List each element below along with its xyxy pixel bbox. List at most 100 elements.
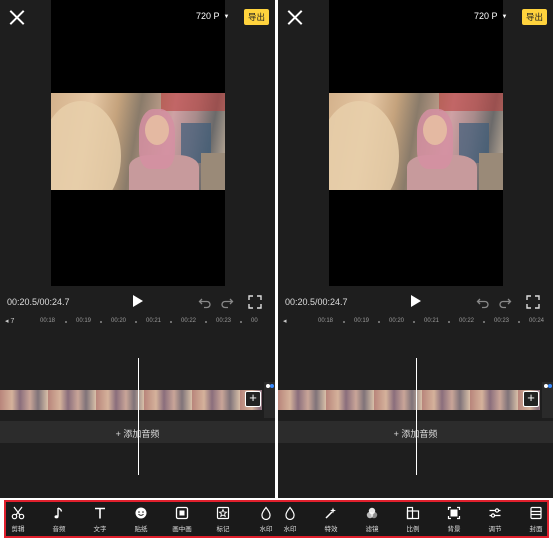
ruler-dot [135, 321, 137, 323]
tool-mark[interactable]: 标记 [205, 505, 241, 537]
close-icon[interactable] [9, 9, 25, 25]
top-bar: 720 P ▼ 导出 [0, 0, 275, 35]
play-icon[interactable] [133, 295, 143, 307]
ratio-icon [406, 506, 420, 520]
playhead[interactable] [416, 358, 417, 475]
tool-label: 滤镜 [365, 526, 379, 533]
ruler-tick: 00:21 [146, 318, 162, 324]
ruler-dot [205, 321, 207, 323]
ruler-tick: 00:23 [216, 318, 232, 324]
playback-controls: 00:20.5/00:24.7 [278, 292, 553, 312]
effects-icon [325, 507, 336, 519]
ruler-dot [65, 321, 67, 323]
editor-pane-right: 720 P ▼ 导出 00:20.5/00:24.7 ◂ 00:18 00:19 … [278, 0, 553, 498]
tool-pip[interactable]: 画中画 [164, 505, 200, 537]
ruler-start-label: 7 [10, 318, 15, 325]
track-side-control[interactable] [264, 382, 275, 418]
resolution-label: 720 P [196, 11, 220, 21]
tool-label: 标记 [216, 526, 230, 533]
ruler-dot [448, 321, 450, 323]
tool-watermark[interactable]: 水印 [272, 505, 308, 537]
sticker-icon [135, 507, 147, 519]
tool-label: 背景 [447, 526, 461, 533]
bottom-toolbar: 剪辑 音频 文字 贴纸 画中画 标记 水印 水印 特效 滤镜 比例 背景 调节 … [4, 500, 549, 538]
resolution-selector[interactable]: 720 P ▼ [474, 11, 507, 21]
add-clip-button[interactable]: + [523, 391, 539, 407]
tool-label: 音频 [52, 526, 66, 533]
tool-text[interactable]: 文字 [82, 505, 118, 537]
video-track[interactable] [278, 390, 540, 410]
music-note-icon [54, 507, 63, 519]
ruler-dot [100, 321, 102, 323]
redo-icon[interactable] [220, 295, 234, 309]
video-track[interactable] [0, 390, 262, 410]
ruler-tick: 00:21 [424, 318, 440, 324]
ruler-start-marker: ◂ [283, 318, 287, 325]
background-icon [447, 506, 461, 520]
adjust-icon [489, 508, 501, 518]
playback-controls: 00:20.5/00:24.7 [0, 292, 275, 312]
top-bar: 720 P ▼ 导出 [278, 0, 553, 35]
ruler-dot [343, 321, 345, 323]
tool-effects[interactable]: 特效 [313, 505, 349, 537]
tool-label: 水印 [283, 526, 297, 533]
tool-sticker[interactable]: 贴纸 [123, 505, 159, 537]
ruler-tick: 00:19 [76, 318, 92, 324]
text-icon [95, 507, 105, 519]
mark-icon [216, 506, 230, 520]
tool-label: 封面 [529, 526, 543, 533]
tool-label: 剪辑 [11, 526, 25, 533]
track-side-control[interactable] [542, 382, 553, 418]
ruler-tick: 00:19 [354, 318, 370, 324]
picture-in-picture-icon [175, 506, 189, 520]
ruler-dot [170, 321, 172, 323]
close-icon[interactable] [287, 9, 303, 25]
fullscreen-icon[interactable] [526, 295, 540, 309]
watermark-icon [285, 506, 295, 520]
undo-icon[interactable] [198, 295, 212, 309]
tool-ratio[interactable]: 比例 [395, 505, 431, 537]
timeline-ruler: ◂ 00:18 00:19 00:20 00:21 00:22 00:23 00… [278, 316, 553, 328]
tool-label: 文字 [93, 526, 107, 533]
tool-audio[interactable]: 音频 [41, 505, 77, 537]
time-display: 00:20.5/00:24.7 [7, 297, 70, 307]
playhead[interactable] [138, 358, 139, 475]
export-button[interactable]: 导出 [244, 9, 269, 25]
ruler-dot [378, 321, 380, 323]
resolution-selector[interactable]: 720 P ▼ [196, 11, 229, 21]
cover-icon [530, 506, 542, 520]
caret-down-icon: ▼ [223, 14, 230, 20]
play-icon[interactable] [411, 295, 421, 307]
ruler-tick: 00:24 [529, 318, 545, 324]
timeline-ruler: ◂ 7 00:18 00:19 00:20 00:21 00:22 00:23 … [0, 316, 275, 328]
ruler-tick: 00:23 [494, 318, 510, 324]
ruler-dot [413, 321, 415, 323]
tool-adjust[interactable]: 调节 [477, 505, 513, 537]
add-clip-button[interactable]: + [245, 391, 261, 407]
ruler-start-marker: ◂ 7 [5, 318, 15, 325]
tool-label: 画中画 [172, 526, 192, 533]
export-button[interactable]: 导出 [522, 9, 547, 25]
scissors-icon [11, 506, 25, 520]
video-frame [329, 93, 503, 190]
resolution-label: 720 P [474, 11, 498, 21]
tool-cover[interactable]: 封面 [518, 505, 553, 537]
fullscreen-icon[interactable] [248, 295, 262, 309]
tool-label: 特效 [324, 526, 338, 533]
filter-icon [366, 507, 378, 519]
tool-label: 比例 [406, 526, 420, 533]
caret-down-icon: ▼ [501, 14, 508, 20]
video-frame [51, 93, 225, 190]
ruler-tick: 00:20 [389, 318, 405, 324]
tool-label: 贴纸 [134, 526, 148, 533]
ruler-dot [240, 321, 242, 323]
tool-background[interactable]: 背景 [436, 505, 472, 537]
ruler-tick: 00:20 [111, 318, 127, 324]
tool-filter[interactable]: 滤镜 [354, 505, 390, 537]
time-display: 00:20.5/00:24.7 [285, 297, 348, 307]
tool-label: 调节 [488, 526, 502, 533]
redo-icon[interactable] [498, 295, 512, 309]
tool-cut[interactable]: 剪辑 [0, 505, 36, 537]
undo-icon[interactable] [476, 295, 490, 309]
editor-pane-left: 720 P ▼ 导出 00:20.5/00:24.7 ◂ 7 00:18 00:1… [0, 0, 275, 498]
